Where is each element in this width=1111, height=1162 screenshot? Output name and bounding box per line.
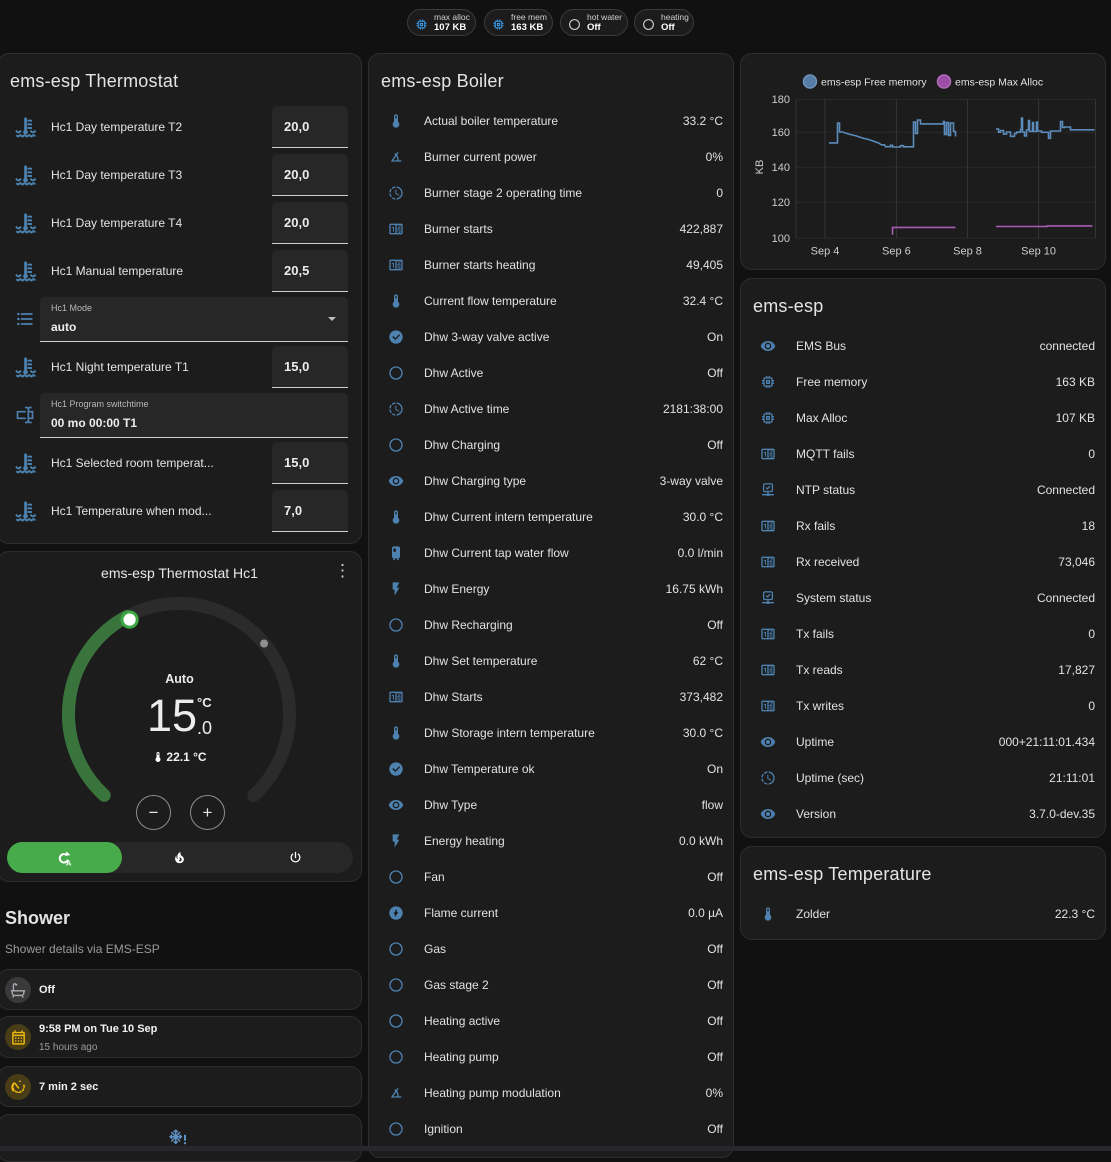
svg-text:Sep 4: Sep 4 — [811, 246, 840, 258]
svg-text:ems-esp Max Alloc: ems-esp Max Alloc — [955, 77, 1043, 89]
svg-text:Sep 8: Sep 8 — [953, 246, 982, 258]
svg-text:KB: KB — [754, 160, 766, 175]
svg-text:100: 100 — [772, 233, 790, 245]
svg-text:ems-esp Free memory: ems-esp Free memory — [821, 77, 927, 89]
svg-text:160: 160 — [772, 127, 790, 139]
svg-text:140: 140 — [772, 162, 790, 174]
svg-text:120: 120 — [772, 197, 790, 209]
svg-text:Sep 10: Sep 10 — [1021, 246, 1056, 258]
svg-text:Sep 6: Sep 6 — [882, 246, 911, 258]
svg-text:180: 180 — [772, 94, 790, 106]
